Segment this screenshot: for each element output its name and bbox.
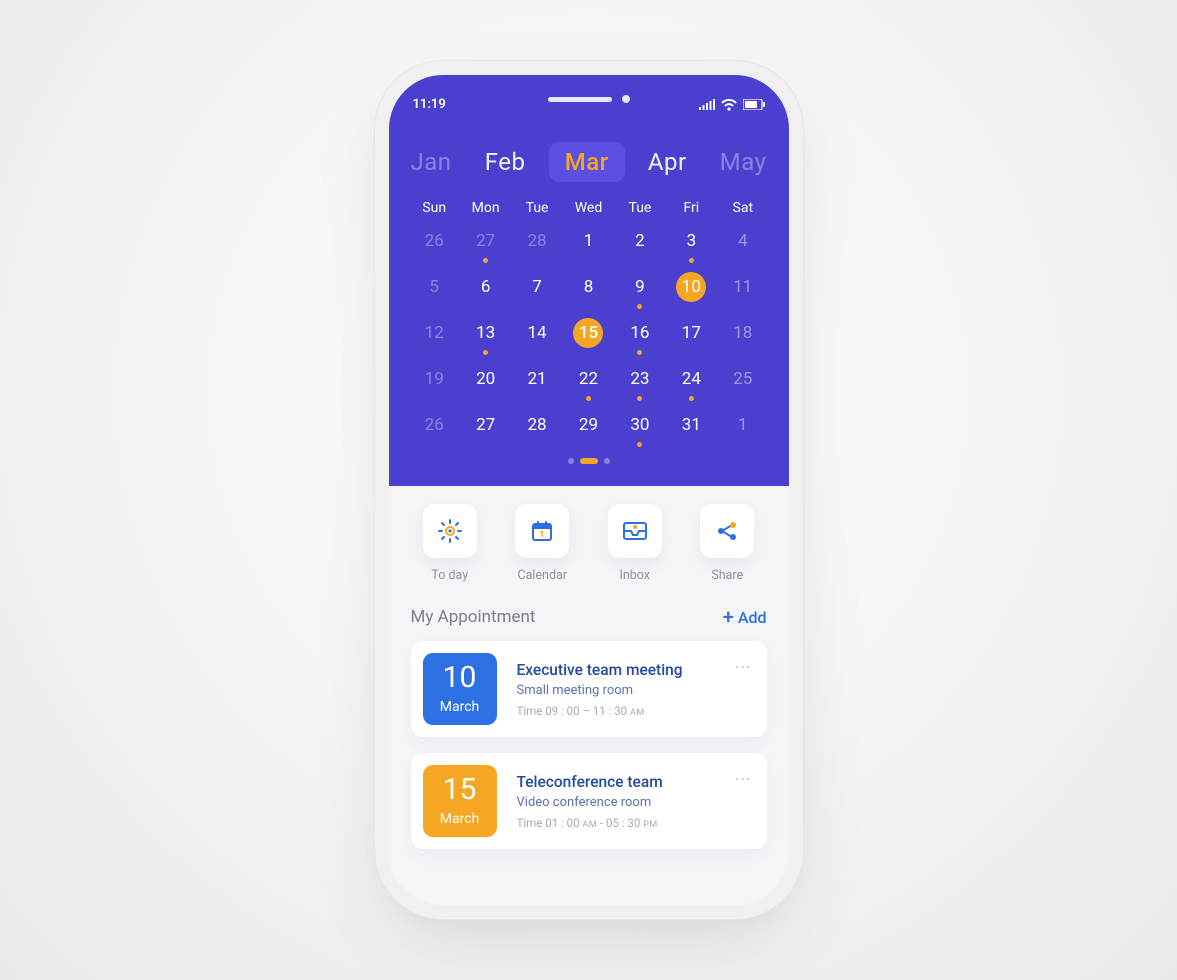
today-button[interactable]: To day (411, 504, 490, 583)
calendar-day[interactable]: 7 (511, 272, 562, 318)
more-icon[interactable]: ⋮ (734, 659, 753, 676)
calendar-day[interactable]: 19 (409, 364, 460, 410)
appointment-info: Teleconference team Video conference room… (517, 765, 755, 837)
calendar-day[interactable]: 15 (563, 318, 614, 364)
quick-label: Inbox (619, 568, 650, 583)
calendar-grid: 2627281234567891011121314151617181920212… (409, 226, 769, 456)
appointment-date-badge: 10March (423, 653, 497, 725)
calendar-day[interactable]: 4 (717, 226, 768, 272)
calendar-day[interactable]: 30 (614, 410, 665, 456)
month-selector[interactable]: Jan Feb Mar Apr May (395, 142, 783, 182)
weekday-label: Mon (460, 200, 511, 216)
add-button[interactable]: + Add (723, 607, 767, 627)
calendar-day[interactable]: 13 (460, 318, 511, 364)
calendar-day[interactable]: 29 (563, 410, 614, 456)
calendar-day[interactable]: 1 (563, 226, 614, 272)
appointments-list: 10March Executive team meeting Small meeti… (411, 641, 767, 849)
calendar-day[interactable]: 22 (563, 364, 614, 410)
calendar-day[interactable]: 26 (409, 410, 460, 456)
status-bar: 11:19 (409, 97, 769, 116)
appointment-info: Executive team meeting Small meeting room… (517, 653, 755, 725)
page-indicator (409, 458, 769, 464)
weekday-label: Sat (717, 200, 768, 216)
add-label: Add (738, 608, 767, 627)
calendar-day[interactable]: 27 (460, 410, 511, 456)
weekday-header: Sun Mon Tue Wed Tue Fri Sat (409, 200, 769, 216)
calendar-day[interactable]: 11 (717, 272, 768, 318)
signal-icon (699, 99, 715, 110)
calendar-icon: 1 (515, 504, 569, 558)
calendar-day[interactable]: 8 (563, 272, 614, 318)
appointment-title: Teleconference team (517, 773, 755, 791)
appointment-date-badge: 15March (423, 765, 497, 837)
month-apr[interactable]: Apr (638, 144, 697, 180)
appointment-card[interactable]: 15March Teleconference team Video conferen… (411, 753, 767, 849)
calendar-day[interactable]: 23 (614, 364, 665, 410)
appointment-time: Time 01 : 00 AM - 05 : 30 PM (517, 816, 755, 830)
weekday-label: Tue (614, 200, 665, 216)
sun-icon (423, 504, 477, 558)
plus-icon: + (723, 607, 734, 627)
calendar-panel: 11:19 Jan Feb Mar Apr May (389, 75, 789, 486)
weekday-label: Fri (666, 200, 717, 216)
calendar-day[interactable]: 25 (717, 364, 768, 410)
calendar-day[interactable]: 26 (409, 226, 460, 272)
quick-actions: To day 1 Calendar Inbox Share (411, 504, 767, 583)
share-icon (700, 504, 754, 558)
calendar-day[interactable]: 31 (666, 410, 717, 456)
calendar-day[interactable]: 18 (717, 318, 768, 364)
more-icon[interactable]: ⋮ (734, 771, 753, 788)
appointment-time: Time 09 : 00 – 11 : 30 AM (517, 704, 755, 718)
lower-panel: To day 1 Calendar Inbox Share (389, 486, 789, 905)
inbox-button[interactable]: Inbox (596, 504, 675, 583)
appointment-title: Executive team meeting (517, 661, 755, 679)
calendar-day[interactable]: 6 (460, 272, 511, 318)
calendar-day[interactable]: 12 (409, 318, 460, 364)
phone-frame: 11:19 Jan Feb Mar Apr May (389, 75, 789, 905)
month-mar[interactable]: Mar (549, 142, 625, 182)
inbox-icon (608, 504, 662, 558)
calendar-day[interactable]: 1 (717, 410, 768, 456)
calendar-day[interactable]: 5 (409, 272, 460, 318)
weekday-label: Tue (511, 200, 562, 216)
appointments-header: My Appointment + Add (411, 607, 767, 627)
battery-icon (743, 99, 765, 110)
wifi-icon (721, 99, 737, 111)
calendar-day[interactable]: 2 (614, 226, 665, 272)
section-title: My Appointment (411, 607, 536, 627)
calendar-day[interactable]: 21 (511, 364, 562, 410)
svg-text:1: 1 (540, 530, 545, 540)
calendar-day[interactable]: 20 (460, 364, 511, 410)
month-jan[interactable]: Jan (401, 144, 462, 180)
quick-label: Calendar (517, 568, 567, 583)
appointment-room: Video conference room (517, 795, 755, 810)
quick-label: Share (711, 568, 743, 583)
quick-label: To day (431, 568, 468, 583)
appointment-card[interactable]: 10March Executive team meeting Small meeti… (411, 641, 767, 737)
month-may[interactable]: May (710, 144, 777, 180)
phone-notch (548, 95, 630, 103)
month-feb[interactable]: Feb (475, 144, 536, 180)
calendar-day[interactable]: 16 (614, 318, 665, 364)
share-button[interactable]: Share (688, 504, 767, 583)
calendar-day[interactable]: 28 (511, 226, 562, 272)
calendar-day[interactable]: 10 (666, 272, 717, 318)
calendar-day[interactable]: 28 (511, 410, 562, 456)
calendar-day[interactable]: 14 (511, 318, 562, 364)
weekday-label: Sun (409, 200, 460, 216)
calendar-button[interactable]: 1 Calendar (503, 504, 582, 583)
clock: 11:19 (413, 97, 446, 112)
calendar-day[interactable]: 27 (460, 226, 511, 272)
calendar-day[interactable]: 24 (666, 364, 717, 410)
appointment-room: Small meeting room (517, 683, 755, 698)
calendar-day[interactable]: 17 (666, 318, 717, 364)
calendar-day[interactable]: 9 (614, 272, 665, 318)
weekday-label: Wed (563, 200, 614, 216)
calendar-day[interactable]: 3 (666, 226, 717, 272)
